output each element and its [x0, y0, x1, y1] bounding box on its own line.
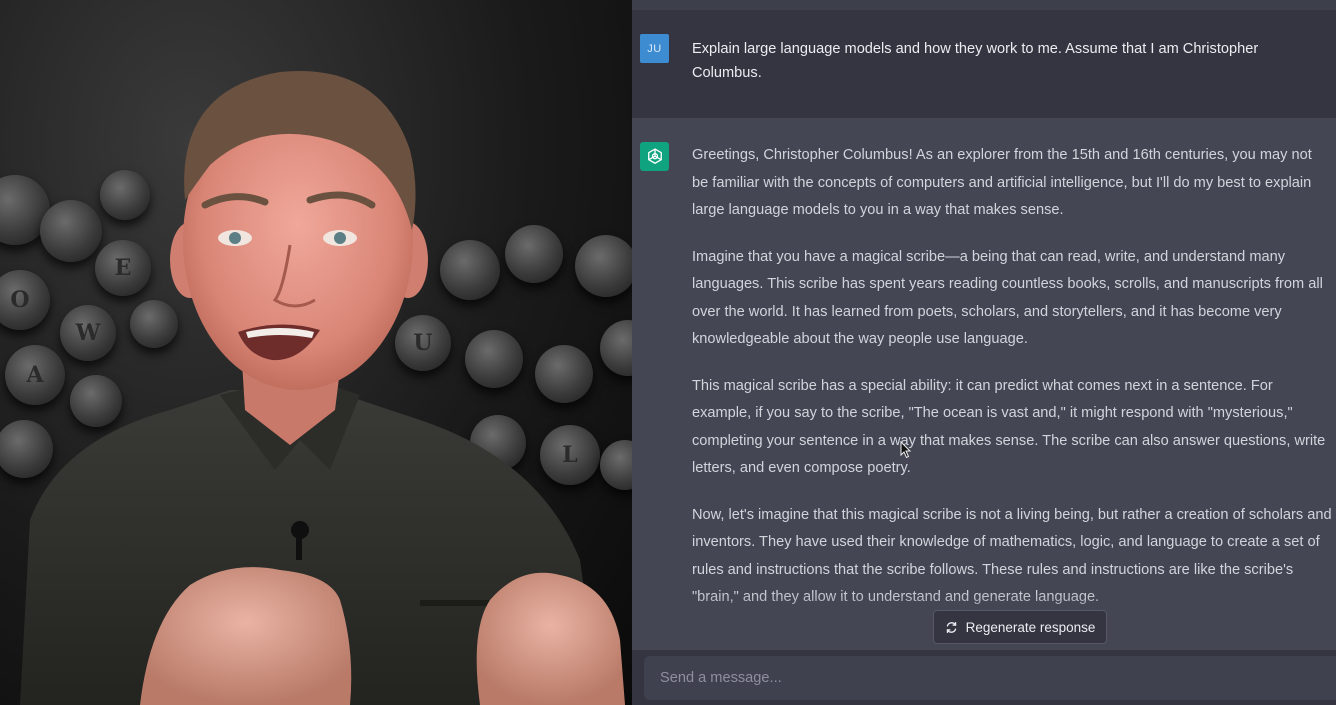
user-message-row: JU Explain large language models and how…	[632, 10, 1336, 118]
presenter-video: E O W A U L	[0, 0, 632, 705]
openai-logo-icon	[640, 142, 669, 171]
message-input[interactable]	[644, 656, 1336, 700]
assistant-paragraph: Greetings, Christopher Columbus! As an e…	[692, 147, 1312, 218]
regenerate-response-button[interactable]: Regenerate response	[933, 610, 1107, 644]
assistant-paragraph: This magical scribe has a special abilit…	[692, 377, 1326, 477]
assistant-paragraph: Imagine that you have a magical scribe—a…	[692, 248, 1323, 348]
mouse-cursor-icon	[900, 441, 912, 459]
previous-message-edge	[632, 0, 1336, 10]
user-message-text: Explain large language models and how th…	[692, 41, 1259, 81]
presenter-figure	[20, 70, 625, 705]
assistant-message-row: Greetings, Christopher Columbus! As an e…	[632, 118, 1336, 658]
refresh-icon	[946, 621, 956, 633]
assistant-message-text: Greetings, Christopher Columbus! As an e…	[692, 142, 1332, 631]
chat-panel: JU Explain large language models and how…	[632, 0, 1336, 705]
regenerate-response-label: Regenerate response	[965, 619, 1096, 635]
user-avatar: JU	[640, 34, 669, 63]
